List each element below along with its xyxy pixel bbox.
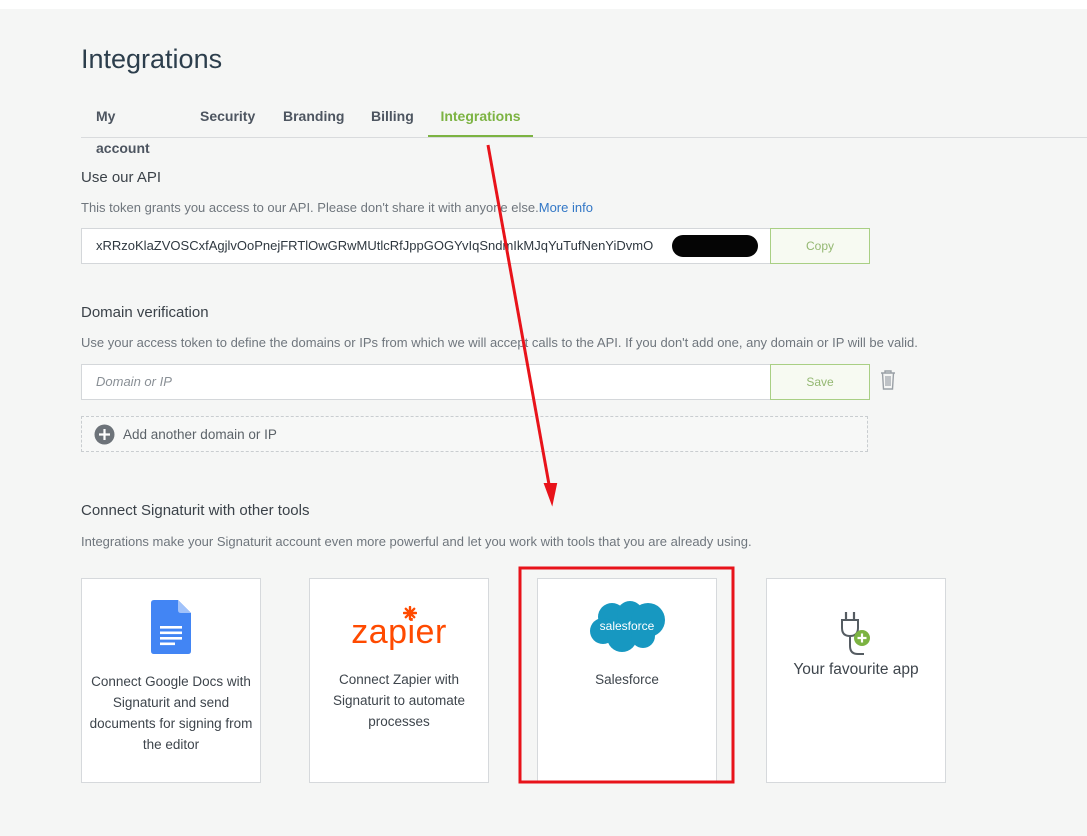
- tabs-divider: [81, 137, 1087, 138]
- trash-icon[interactable]: [879, 369, 897, 396]
- tab-security[interactable]: Security: [200, 100, 255, 138]
- domain-section-title: Domain verification: [81, 304, 209, 321]
- zapier-logo: zapier: [310, 579, 488, 660]
- plug-add-icon: [767, 579, 945, 659]
- salesforce-card-text: Salesforce: [595, 672, 659, 687]
- salesforce-card[interactable]: salesforce Salesforce: [537, 578, 717, 783]
- page-title: Integrations: [81, 44, 223, 74]
- zapier-card[interactable]: zapier Connect Zapier with Signaturit to…: [309, 578, 489, 783]
- domain-input[interactable]: Domain or IP: [81, 364, 771, 400]
- salesforce-logo-text: salesforce: [599, 619, 655, 633]
- tools-description: Integrations make your Signaturit accoun…: [81, 534, 752, 549]
- copy-button[interactable]: Copy: [770, 228, 870, 264]
- salesforce-logo: salesforce: [538, 579, 716, 660]
- domain-description: Use your access token to define the doma…: [81, 335, 918, 350]
- api-description: This token grants you access to our API.…: [81, 200, 539, 215]
- api-section-title: Use our API: [81, 169, 162, 186]
- zapier-logo-text: zapier: [351, 613, 447, 651]
- google-docs-card-text: Connect Google Docs with Signaturit and …: [89, 674, 253, 752]
- tab-branding[interactable]: Branding: [283, 100, 344, 138]
- save-button[interactable]: Save: [770, 364, 870, 400]
- add-domain-label: Add another domain or IP: [123, 427, 277, 442]
- tab-my-account[interactable]: My account: [96, 100, 150, 156]
- tab-integrations[interactable]: Integrations: [428, 100, 533, 138]
- add-domain-row[interactable]: Add another domain or IP: [81, 416, 868, 452]
- favourite-app-card[interactable]: Your favourite app: [766, 578, 946, 783]
- favourite-app-card-text: Your favourite app: [793, 661, 919, 678]
- api-token-field[interactable]: xRRzoKlaZVOSCxfAgjlvOoPnejFRTlOwGRwMUtlc…: [81, 228, 771, 264]
- api-description-line: This token grants you access to our API.…: [81, 200, 593, 215]
- token-redaction: [672, 235, 758, 257]
- more-info-link[interactable]: More info: [539, 200, 593, 215]
- tab-billing[interactable]: Billing: [371, 100, 414, 138]
- zapier-card-text: Connect Zapier with Signaturit to automa…: [332, 672, 466, 729]
- plus-circle-icon: [94, 424, 115, 450]
- zapier-asterisk-icon: [402, 605, 418, 625]
- google-docs-icon: [82, 600, 260, 655]
- tools-section-title: Connect Signaturit with other tools: [81, 502, 310, 519]
- google-docs-card[interactable]: Connect Google Docs with Signaturit and …: [81, 578, 261, 783]
